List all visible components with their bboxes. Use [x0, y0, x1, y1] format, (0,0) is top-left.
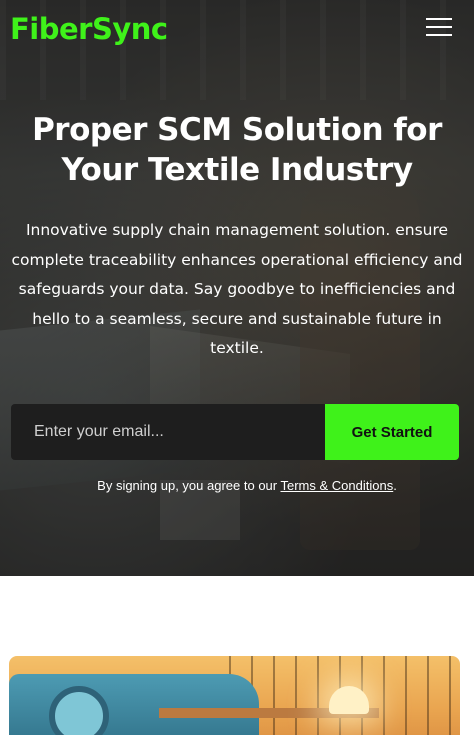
menu-bar: [426, 18, 452, 20]
hamburger-menu-icon[interactable]: [426, 16, 452, 38]
get-started-button[interactable]: Get Started: [325, 404, 459, 460]
hero-headline: Proper SCM Solution for Your Textile Ind…: [32, 112, 442, 188]
terms-notice: By signing up, you agree to our Terms & …: [0, 478, 474, 493]
hero-section: FiberSync Proper SCM Solution for Your T…: [0, 0, 474, 576]
brand-logo[interactable]: FiberSync: [10, 12, 168, 46]
illustration-machine: [9, 674, 259, 735]
menu-bar: [426, 34, 452, 36]
terms-link[interactable]: Terms & Conditions: [281, 478, 394, 493]
hero-subtext: Innovative supply chain management solut…: [11, 221, 463, 357]
menu-bar: [426, 26, 452, 28]
email-input[interactable]: [11, 404, 325, 460]
terms-prefix: By signing up, you agree to our: [97, 478, 278, 493]
terms-suffix: .: [393, 478, 397, 493]
textile-machine-illustration: [9, 656, 460, 735]
